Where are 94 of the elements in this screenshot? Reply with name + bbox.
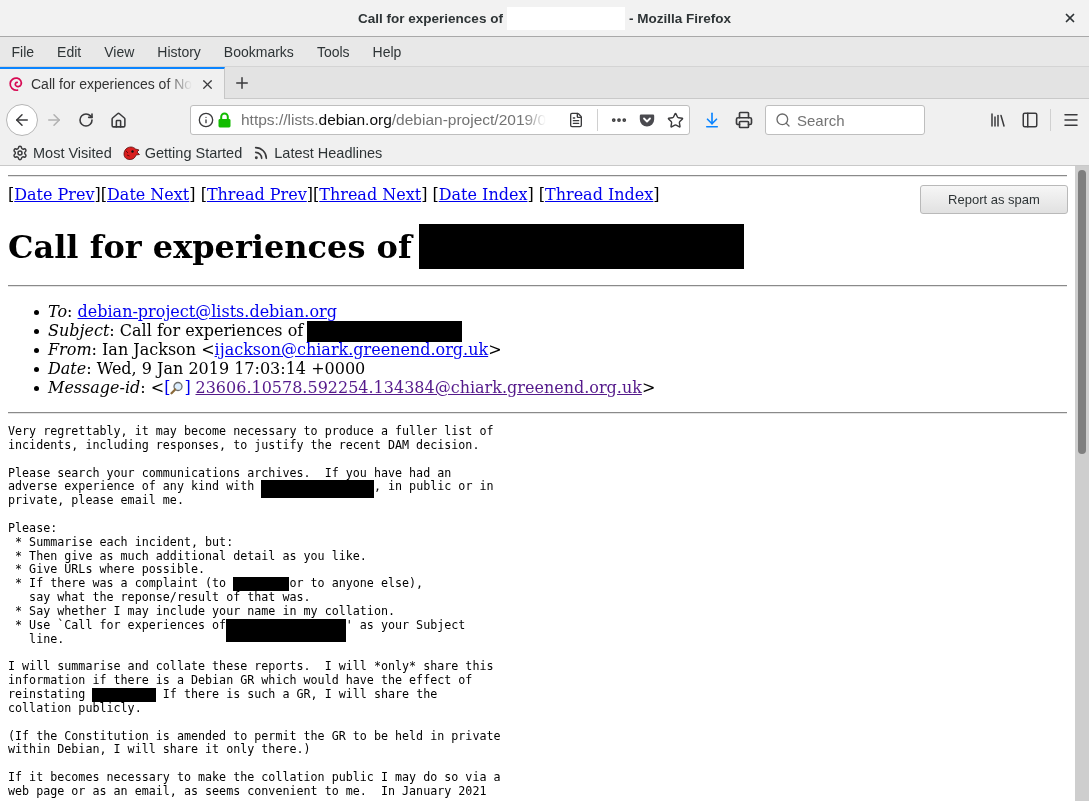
library-icon[interactable] [989,111,1007,129]
creature-icon [122,145,140,161]
message-line: web page or as an email, as seems convenient to me. In January 2021 [8,784,487,799]
bullet-icon [34,367,39,372]
message-line: information if there is a Debian GR which would have the effect of [8,674,473,688]
bullet-icon [34,386,39,391]
message-line: I will summarise and collate these reports. I will *only* share this [8,660,494,674]
message-line: adverse experience of any kind with [8,480,256,494]
bookmark-item[interactable]: Most Visited [8,145,116,161]
bookmark-item[interactable]: Latest Headlines [249,145,387,161]
message-line: * If there was a complaint (to [14,577,228,591]
message-line: incidents, including responses, to justify the recent DAM decision. [8,438,480,453]
search-field[interactable]: Search [765,105,925,135]
redaction-block [233,577,290,592]
message-line: , in public or in [373,480,494,495]
bracket-text: ] [653,185,660,204]
message-line: ' as your Subject [345,618,466,633]
search-icon [775,112,791,128]
back-button[interactable] [6,104,38,136]
search-icon [170,381,185,395]
header-text: > [488,340,502,359]
home-icon[interactable] [109,111,127,129]
header-text: Date: Wed, 9 Jan 2019 17:03:14 +0000 [48,359,366,378]
tab-title: Call for experiences of No [31,76,193,92]
bullet-icon [34,348,39,353]
email-link[interactable]: debian-project@lists.debian.org [77,302,337,321]
bracket-text: [ [8,185,15,204]
bracket-text: ][ [306,185,320,204]
nav-link[interactable]: Date Index [438,185,528,204]
menu-icon[interactable] [1062,111,1080,129]
redaction-block [92,688,156,703]
header-text: Subject: Call for experiences of [48,321,304,340]
message-line: Very regrettably, it may become necessary to produce a fuller list of [8,425,494,439]
printer-icon[interactable] [735,111,753,129]
message-line: If it becomes necessary to make the collation public I may do so via a [8,771,501,785]
menu-item[interactable]: Edit [45,43,93,60]
header-text: Message-id: < [48,378,165,397]
header-text: To: [48,302,74,321]
bullet-icon [34,310,39,315]
search-link[interactable]: [ ] [164,378,191,397]
feed-icon [253,145,270,161]
message-line: * Then give as much additional detail as you like. [14,549,367,563]
menu-item[interactable]: View [92,43,146,60]
nav-link[interactable]: Thread Index [545,185,654,204]
bracket-text: ] [ [527,185,545,204]
window-title: Call for experiences of [358,10,503,26]
scrollbar-thumb[interactable] [1078,170,1086,454]
close-icon[interactable] [1063,11,1077,25]
menu-item[interactable]: Bookmarks [212,43,306,60]
message-line: private, please email me. [8,494,184,509]
message-line: Please: [8,521,58,536]
email-link[interactable]: ijackson@chiark.greenend.org.uk [214,340,489,359]
menu-item[interactable]: History [145,43,213,60]
message-line: within Debian, I will share it only there.) [8,743,311,758]
message-line: Please search your communications archives. If you have had an [8,466,452,480]
nav-link[interactable]: Thread Prev [206,185,307,204]
message-line: * Say whether I may include your name in my collation. [14,604,395,618]
message-line: line. [28,632,65,647]
message-line: If there is such a GR, I will share the [161,688,438,702]
menu-item[interactable]: File [0,43,46,60]
nav-link[interactable]: Date Next [107,185,190,204]
message-line: reinstating [8,688,87,702]
browser-tab[interactable]: Call for experiences of No [0,67,225,99]
page-heading: Call for experiences of [8,227,412,266]
star-icon[interactable] [666,111,684,129]
bookmark-item[interactable]: Getting Started [118,145,247,161]
message-line: say what the reponse/result of that was. [28,591,311,605]
header-text: From: Ian Jackson < [48,340,215,359]
document-icon[interactable] [568,112,584,128]
bracket-text: ][ [94,185,107,204]
message-line: * Summarise each incident, but: [14,535,234,550]
window-title: - Mozilla Firefox [628,10,731,26]
shield-icon[interactable] [639,112,655,128]
download-icon[interactable] [703,111,721,129]
message-line: * Use `Call for experiences of [14,618,227,633]
bracket-text: ] [ [189,185,207,204]
info-icon[interactable] [198,112,214,128]
menu-item[interactable]: Help [361,43,413,60]
menu-item[interactable]: Tools [305,43,362,60]
header-text: > [641,378,656,397]
email-link[interactable]: 23606.10578.592254.134384@chiark.greenend.org.uk [195,378,642,397]
sidebar-icon[interactable] [1021,111,1039,129]
nav-link[interactable]: Date Prev [14,185,95,204]
message-line: collation publicly. [8,701,142,716]
message-line: * Give URLs where possible. [14,563,206,577]
message-line: or to anyone else), [289,577,424,592]
report-spam-button[interactable]: Report as spam [920,185,1068,214]
message-line: (If the Constitution is amended to permit the GR to be held in private [8,729,501,744]
bracket-text: ] [ [421,185,439,204]
bullet-icon [34,329,39,334]
gear-icon [12,145,28,161]
reload-icon[interactable] [78,112,94,128]
swirl-icon [8,76,24,92]
nav-link[interactable]: Thread Next [319,185,422,204]
